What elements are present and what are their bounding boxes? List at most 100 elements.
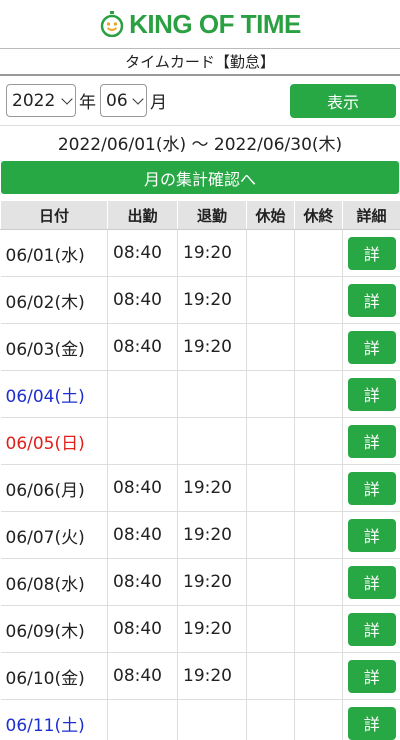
clock-in-cell: 08:40 xyxy=(107,511,178,559)
header-break-end: 休終 xyxy=(294,200,343,230)
break-start-cell xyxy=(246,699,295,740)
break-start-cell xyxy=(246,511,295,559)
page-title: タイムカード【勤怠】 xyxy=(0,48,400,76)
clock-out-cell xyxy=(177,699,247,740)
detail-button[interactable]: 詳 xyxy=(347,377,396,411)
break-start-cell xyxy=(246,370,295,418)
detail-button[interactable]: 詳 xyxy=(347,565,396,599)
header-date: 日付 xyxy=(0,200,108,230)
clock-in-cell: 08:40 xyxy=(107,558,178,606)
detail-button[interactable]: 詳 xyxy=(347,236,396,270)
detail-button[interactable]: 詳 xyxy=(347,330,396,364)
show-button[interactable]: 表示 xyxy=(290,83,396,118)
clock-face-icon xyxy=(99,11,125,37)
table-row: 06/10(金) 08:40 19:20 詳 xyxy=(0,652,400,700)
period-controls: 2022 年 06 月 表示 xyxy=(0,76,400,126)
break-start-cell xyxy=(246,417,295,465)
date-cell: 06/01(水) xyxy=(0,229,108,277)
date-cell: 06/03(金) xyxy=(0,323,108,371)
detail-cell: 詳 xyxy=(342,323,400,371)
table-row: 06/11(土) 詳 xyxy=(0,699,400,740)
clock-in-cell xyxy=(107,370,178,418)
break-start-cell xyxy=(246,605,295,653)
break-end-cell xyxy=(294,323,343,371)
clock-out-cell: 19:20 xyxy=(177,276,247,324)
month-unit-label: 月 xyxy=(150,93,167,113)
detail-cell: 詳 xyxy=(342,370,400,418)
year-unit-label: 年 xyxy=(79,93,96,113)
date-cell: 06/08(水) xyxy=(0,558,108,606)
clock-out-cell: 19:20 xyxy=(177,229,247,277)
year-select[interactable]: 2022 xyxy=(6,84,76,117)
header-details: 詳細 xyxy=(342,200,400,230)
brand-logo: KING OF TIME xyxy=(99,9,301,40)
table-row: 06/06(月) 08:40 19:20 詳 xyxy=(0,464,400,512)
table-row: 06/01(水) 08:40 19:20 詳 xyxy=(0,229,400,277)
table-row: 06/08(水) 08:40 19:20 詳 xyxy=(0,558,400,606)
detail-cell: 詳 xyxy=(342,417,400,465)
detail-cell: 詳 xyxy=(342,276,400,324)
clock-out-cell: 19:20 xyxy=(177,464,247,512)
break-end-cell xyxy=(294,229,343,277)
break-start-cell xyxy=(246,652,295,700)
table-row: 06/04(土) 詳 xyxy=(0,370,400,418)
date-cell: 06/09(木) xyxy=(0,605,108,653)
table-row: 06/09(木) 08:40 19:20 詳 xyxy=(0,605,400,653)
chevron-down-icon xyxy=(132,92,144,105)
date-cell: 06/04(土) xyxy=(0,370,108,418)
break-end-cell xyxy=(294,276,343,324)
table-row: 06/02(木) 08:40 19:20 詳 xyxy=(0,276,400,324)
detail-button[interactable]: 詳 xyxy=(347,612,396,646)
detail-cell: 詳 xyxy=(342,558,400,606)
clock-out-cell: 19:20 xyxy=(177,558,247,606)
clock-out-cell: 19:20 xyxy=(177,323,247,371)
header-logo-bar: KING OF TIME xyxy=(0,0,400,48)
table-row: 06/07(火) 08:40 19:20 詳 xyxy=(0,511,400,559)
date-cell: 06/10(金) xyxy=(0,652,108,700)
clock-in-cell: 08:40 xyxy=(107,323,178,371)
date-cell: 06/02(木) xyxy=(0,276,108,324)
brand-logo-text: KING OF TIME xyxy=(129,8,301,39)
month-select[interactable]: 06 xyxy=(100,84,147,117)
table-row: 06/03(金) 08:40 19:20 詳 xyxy=(0,323,400,371)
break-end-cell xyxy=(294,464,343,512)
break-start-cell xyxy=(246,229,295,277)
detail-button[interactable]: 詳 xyxy=(347,659,396,693)
detail-button[interactable]: 詳 xyxy=(347,518,396,552)
month-value: 06 xyxy=(106,90,128,111)
date-cell: 06/11(土) xyxy=(0,699,108,740)
clock-in-cell xyxy=(107,699,178,740)
detail-cell: 詳 xyxy=(342,699,400,740)
header-clock-out: 退勤 xyxy=(177,200,247,230)
date-cell: 06/07(火) xyxy=(0,511,108,559)
monthly-summary-button[interactable]: 月の集計確認へ xyxy=(1,161,399,194)
clock-in-cell: 08:40 xyxy=(107,605,178,653)
break-start-cell xyxy=(246,558,295,606)
detail-button[interactable]: 詳 xyxy=(347,706,396,740)
date-cell: 06/06(月) xyxy=(0,464,108,512)
break-end-cell xyxy=(294,511,343,559)
clock-in-cell: 08:40 xyxy=(107,276,178,324)
detail-button[interactable]: 詳 xyxy=(347,471,396,505)
break-start-cell xyxy=(246,276,295,324)
date-range-text: 2022/06/01(水) ～ 2022/06/30(木) xyxy=(57,134,343,155)
clock-out-cell: 19:20 xyxy=(177,652,247,700)
clock-out-cell xyxy=(177,417,247,465)
detail-button[interactable]: 詳 xyxy=(347,424,396,458)
break-end-cell xyxy=(294,558,343,606)
clock-out-cell xyxy=(177,370,247,418)
table-header-row: 日付 出勤 退勤 休始 休終 詳細 xyxy=(0,200,400,230)
date-cell: 06/05(日) xyxy=(0,417,108,465)
clock-out-cell: 19:20 xyxy=(177,511,247,559)
chevron-down-icon xyxy=(61,92,73,105)
break-start-cell xyxy=(246,323,295,371)
detail-cell: 詳 xyxy=(342,605,400,653)
clock-in-cell: 08:40 xyxy=(107,229,178,277)
clock-in-cell: 08:40 xyxy=(107,652,178,700)
break-end-cell xyxy=(294,605,343,653)
header-break-start: 休始 xyxy=(246,200,295,230)
timecard-table: 日付 出勤 退勤 休始 休終 詳細 06/01(水) 08:40 19:20 詳 06/… xyxy=(0,200,400,740)
detail-button[interactable]: 詳 xyxy=(347,283,396,317)
clock-out-cell: 19:20 xyxy=(177,605,247,653)
detail-cell: 詳 xyxy=(342,511,400,559)
